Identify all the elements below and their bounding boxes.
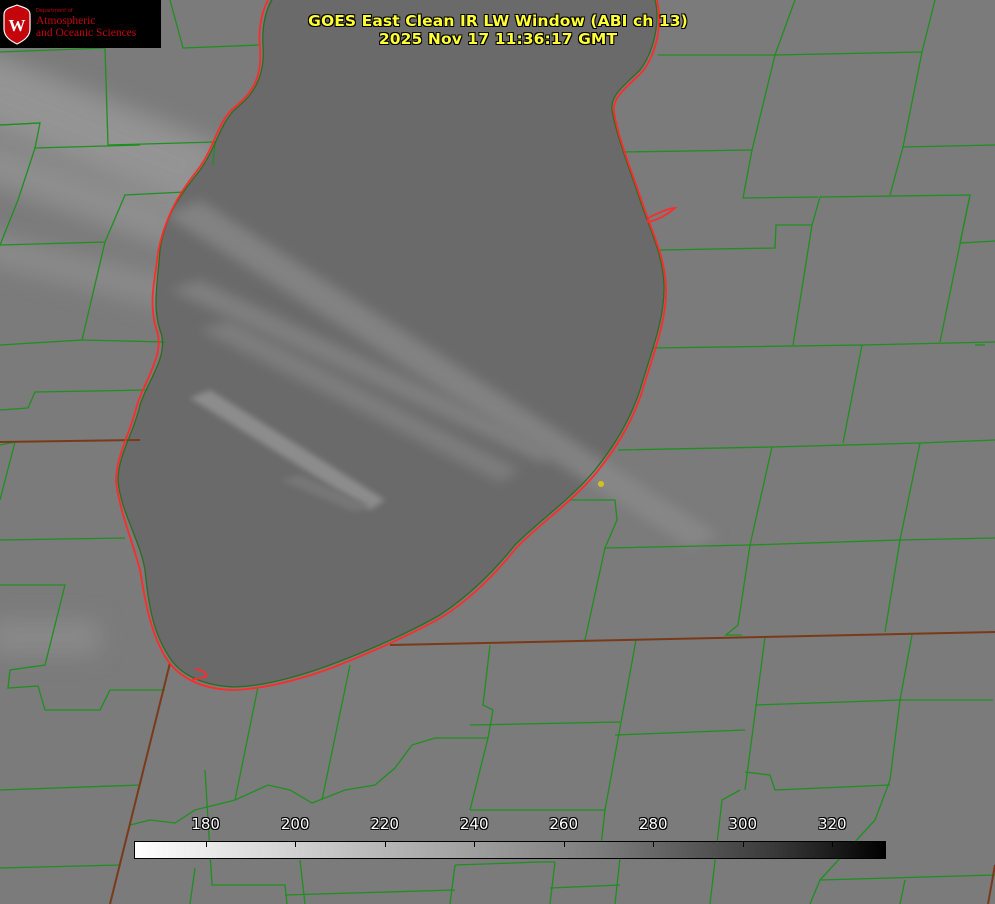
colorbar-label-320: 320 — [817, 815, 847, 833]
colorbar-label-300: 300 — [728, 815, 758, 833]
colorbar-tick-240 — [474, 842, 476, 847]
colorbar-label-200: 200 — [280, 815, 310, 833]
colorbar-tick-280 — [653, 842, 655, 847]
colorbar-label-280: 280 — [638, 815, 668, 833]
colorbar — [134, 841, 886, 859]
colorbar-tick-220 — [384, 842, 386, 847]
colorbar-label-220: 220 — [370, 815, 399, 833]
satellite-map — [0, 0, 995, 904]
colorbar-tick-180 — [205, 842, 207, 847]
uw-crest-icon: W — [3, 4, 31, 45]
station-marker — [598, 481, 604, 487]
colorbar-label-260: 260 — [549, 815, 579, 833]
colorbar-label-240: 240 — [459, 815, 489, 833]
colorbar-tick-200 — [295, 842, 297, 847]
logo-line-2: and Oceanic Sciences — [36, 26, 137, 39]
uw-aos-logo: W Department of Atmospheric and Oceanic … — [0, 0, 161, 48]
image-timestamp: 2025 Nov 17 11:36:17 GMT — [378, 30, 618, 48]
colorbar-tick-260 — [563, 842, 565, 847]
colorbar-tick-320 — [832, 842, 834, 847]
crest-letter: W — [9, 16, 26, 35]
image-title: GOES East Clean IR LW Window (ABI ch 13) — [308, 12, 688, 30]
colorbar-label-180: 180 — [191, 815, 220, 833]
colorbar-tick-300 — [742, 842, 744, 847]
logo-line-1: Atmospheric — [36, 14, 96, 27]
